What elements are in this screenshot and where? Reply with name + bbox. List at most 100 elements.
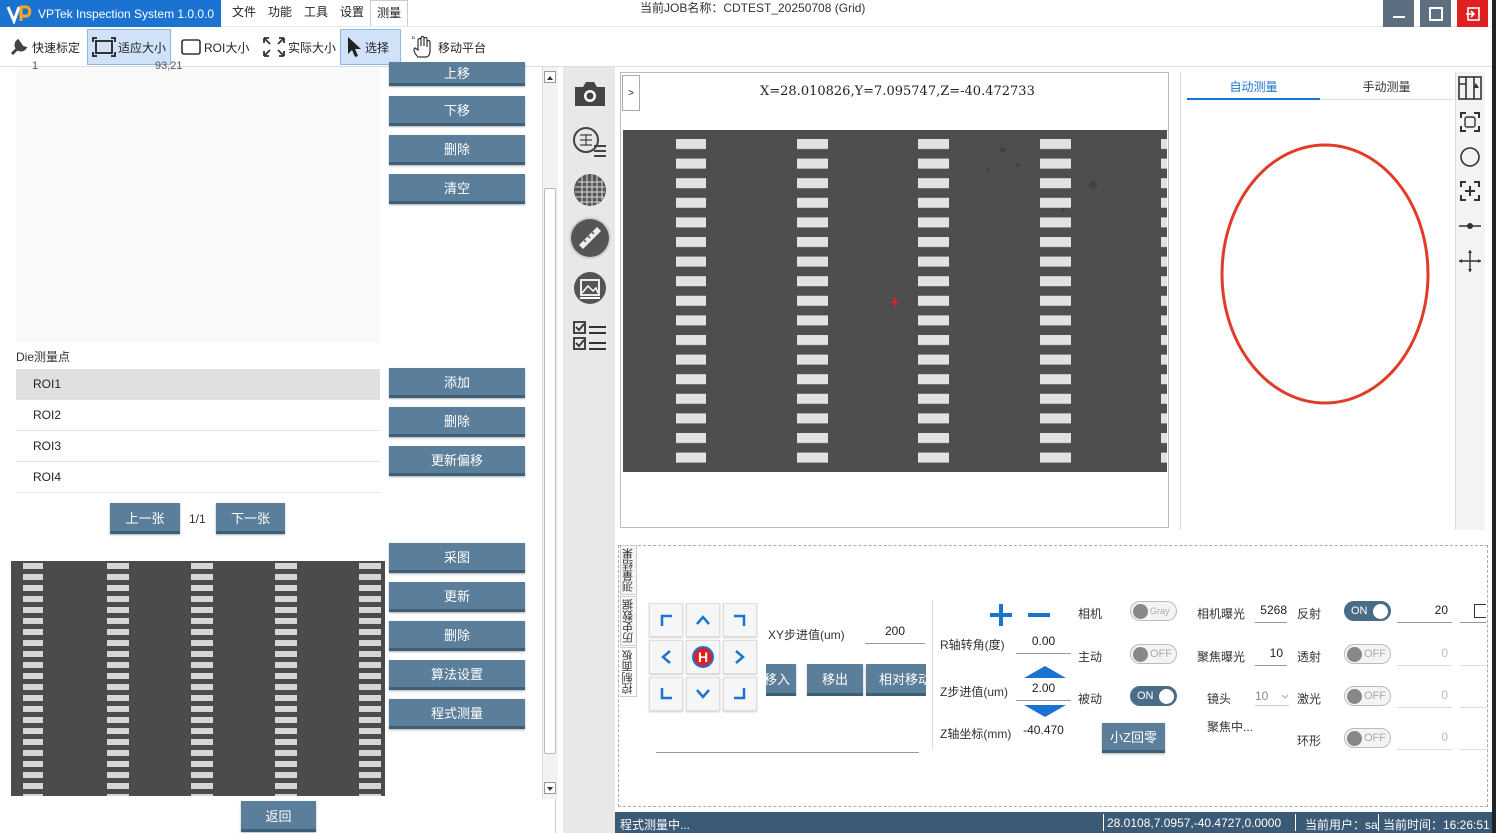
roi-item-4[interactable]: ROI4 — [16, 462, 380, 493]
program-measure-button[interactable]: 程式测量 — [389, 699, 525, 729]
extra-checkbox[interactable] — [1474, 604, 1486, 618]
grid-tool-button[interactable] — [569, 169, 611, 211]
scroll-thumb[interactable] — [544, 188, 556, 754]
chevron-down-icon — [696, 689, 710, 699]
roi-item-3[interactable]: ROI3 — [16, 431, 380, 462]
hand-icon — [412, 35, 431, 58]
z-plus-button[interactable] — [988, 602, 1014, 628]
die-image-canvas[interactable] — [623, 130, 1167, 472]
z-home-button[interactable]: 小Z回零 — [1102, 723, 1165, 753]
prev-image-button[interactable]: 上一张 — [110, 503, 180, 534]
jog-down-button[interactable] — [686, 677, 720, 711]
roi-item-1[interactable]: ROI1 — [16, 369, 380, 400]
layout-tool-button[interactable] — [1456, 74, 1484, 102]
reflect-toggle[interactable]: ON — [1344, 601, 1391, 621]
close-button[interactable] — [1457, 0, 1488, 27]
move-up-button[interactable]: 上移 — [389, 62, 525, 86]
expand-panel-button[interactable]: > — [622, 75, 640, 111]
tab-manual-measure[interactable]: 手动测量 — [1320, 78, 1453, 100]
xy-step-input[interactable]: 200 — [865, 624, 925, 644]
ring-toggle[interactable]: OFF — [1344, 728, 1391, 748]
move-in-button[interactable]: 移入 — [766, 664, 796, 696]
back-button[interactable]: 返回 — [241, 801, 316, 832]
tab-history-data[interactable]: 历史数据 — [620, 596, 637, 646]
scroll-up-button[interactable] — [544, 71, 556, 83]
maximize-button[interactable] — [1420, 0, 1451, 27]
relative-move-button[interactable]: 相对移动 — [866, 664, 926, 696]
corner-down-right-icon — [734, 688, 746, 700]
grid-settings-tool-button[interactable] — [569, 121, 611, 163]
scroll-down-button[interactable] — [544, 782, 556, 794]
r-angle-input[interactable]: 0.00 — [1016, 634, 1071, 654]
algorithm-settings-button[interactable]: 算法设置 — [389, 660, 525, 690]
menu-tools[interactable]: 工具 — [298, 0, 334, 27]
menu-bar: 文件 功能 工具 设置 测量 — [226, 0, 409, 27]
checklist-tool-button[interactable] — [569, 315, 611, 357]
add-roi-button[interactable]: 添加 — [389, 368, 525, 398]
move-stage-button[interactable]: 移动平台 — [406, 29, 490, 65]
update-offset-button[interactable]: 更新偏移 — [389, 446, 525, 476]
point-line-icon — [1459, 223, 1481, 229]
chevron-right-icon — [735, 650, 745, 664]
image-tool-button[interactable] — [569, 267, 611, 309]
extra-field-line — [1460, 622, 1486, 623]
menu-settings[interactable]: 设置 — [334, 0, 370, 27]
tab-control-panel[interactable]: 控制面板 — [620, 647, 637, 697]
delete-point-button[interactable]: 删除 — [389, 135, 525, 165]
fullscreen-tool-button[interactable] — [1456, 108, 1484, 136]
roi-item-2[interactable]: ROI2 — [16, 400, 380, 431]
circle-tool-button[interactable] — [1456, 143, 1484, 171]
passive-toggle[interactable]: ON — [1130, 686, 1177, 706]
ring-value-input[interactable]: 0 — [1397, 730, 1452, 750]
status-coordinates: 28.0108,7.0957,-40.4727,0.0000 — [1107, 816, 1282, 830]
tab-auto-measure[interactable]: 自动测量 — [1187, 78, 1320, 100]
select-tool-button[interactable]: 选择 — [340, 29, 401, 65]
update-button[interactable]: 更新 — [389, 582, 525, 612]
active-toggle[interactable]: OFF — [1130, 644, 1177, 664]
status-time: 当前时间：16:26:51 — [1383, 818, 1490, 832]
menu-measure[interactable]: 测量 — [370, 0, 409, 26]
roi-size-button[interactable]: ROI大小 — [176, 29, 253, 65]
camera-toggle[interactable]: Gray — [1130, 601, 1177, 621]
jog-right-button[interactable] — [723, 640, 757, 674]
move-down-button[interactable]: 下移 — [389, 96, 525, 126]
laser-toggle[interactable]: OFF — [1344, 686, 1391, 706]
z-up-button[interactable] — [1022, 664, 1068, 680]
jog-up-right-button[interactable] — [723, 603, 757, 637]
jog-home-button[interactable]: H — [686, 640, 720, 674]
next-image-button[interactable]: 下一张 — [216, 503, 285, 534]
extra-field-line-2 — [1460, 665, 1486, 666]
center-tool-button[interactable] — [1456, 177, 1484, 205]
jog-up-left-button[interactable] — [649, 603, 683, 637]
jog-left-button[interactable] — [649, 640, 683, 674]
lens-select[interactable]: 10 — [1255, 686, 1289, 706]
transmit-value-input[interactable]: 0 — [1397, 646, 1452, 666]
transmit-toggle[interactable]: OFF — [1344, 644, 1391, 664]
crosshair-tool-button[interactable] — [1456, 247, 1484, 275]
jog-down-left-button[interactable] — [649, 677, 683, 711]
measure-tool-button[interactable] — [569, 217, 611, 259]
quick-calibration-button[interactable]: 快速标定 — [4, 29, 84, 65]
focus-exposure-input[interactable]: 10 — [1255, 646, 1287, 666]
z-step-input[interactable]: 2.00 — [1016, 681, 1071, 701]
menu-file[interactable]: 文件 — [226, 0, 262, 27]
laser-value-input[interactable]: 0 — [1397, 688, 1452, 708]
actual-size-button[interactable]: 实际大小 — [258, 29, 340, 65]
jog-down-right-button[interactable] — [723, 677, 757, 711]
jog-up-button[interactable] — [686, 603, 720, 637]
clear-button[interactable]: 清空 — [389, 174, 525, 204]
capture-image-button[interactable]: 采图 — [389, 543, 525, 573]
camera-tool-button[interactable] — [569, 73, 611, 115]
z-minus-button[interactable] — [1026, 602, 1052, 628]
tab-measure-results[interactable]: 测量结果 — [620, 545, 637, 595]
reflect-value-input[interactable]: 20 — [1397, 603, 1452, 623]
menu-function[interactable]: 功能 — [262, 0, 298, 27]
minimize-button[interactable] — [1383, 0, 1414, 27]
z-down-button[interactable] — [1022, 703, 1068, 719]
camera-label: 相机 — [1078, 607, 1103, 621]
move-out-button[interactable]: 移出 — [807, 664, 863, 696]
delete-image-button[interactable]: 删除 — [389, 621, 525, 651]
camera-exposure-input[interactable]: 5268 — [1255, 603, 1287, 623]
delete-roi-button[interactable]: 删除 — [389, 407, 525, 437]
point-line-tool-button[interactable] — [1456, 212, 1484, 240]
